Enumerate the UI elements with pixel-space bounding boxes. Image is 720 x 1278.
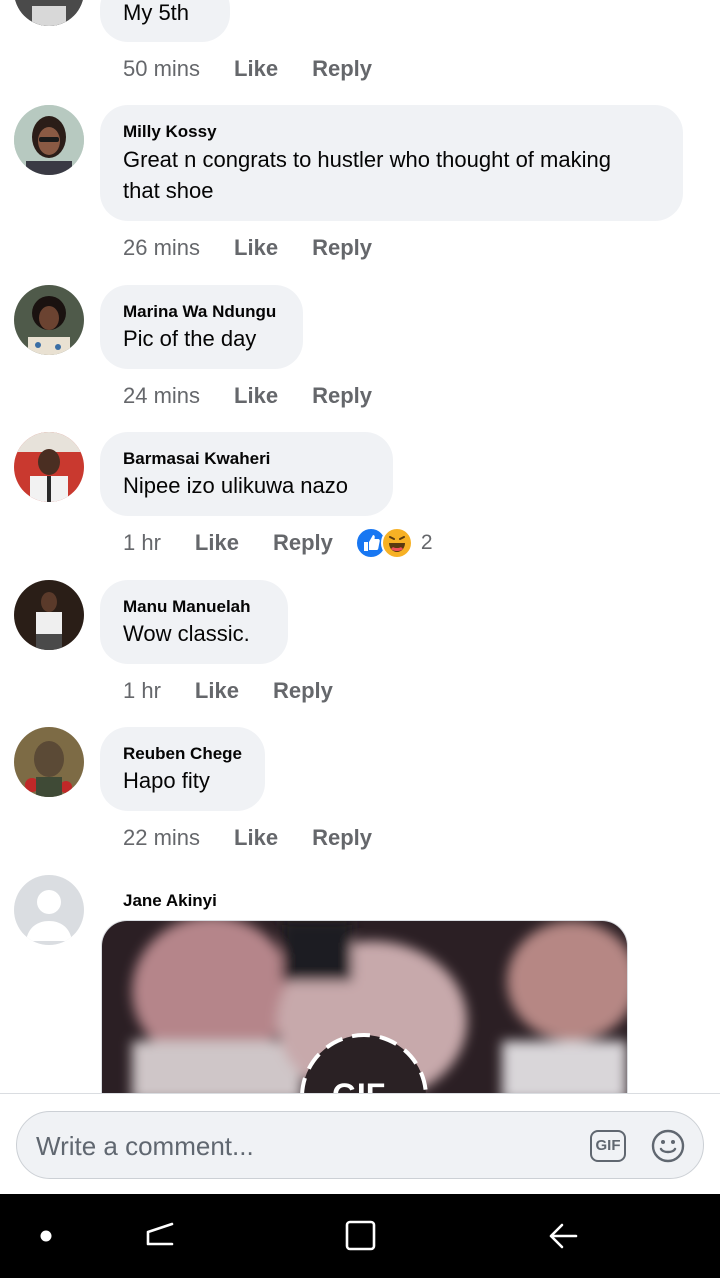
avatar-photo bbox=[14, 285, 84, 355]
comment-bubble: Barmasai Kwaheri Nipee izo ulikuwa nazo bbox=[100, 432, 393, 516]
comment-time[interactable]: 24 mins bbox=[123, 383, 200, 409]
recents-icon[interactable] bbox=[144, 1219, 176, 1253]
reply-button[interactable]: Reply bbox=[273, 678, 333, 704]
comment-text: My 5th bbox=[123, 0, 190, 25]
comment-text: Wow classic. bbox=[123, 621, 250, 646]
back-icon[interactable] bbox=[546, 1219, 580, 1253]
reply-button[interactable]: Reply bbox=[273, 530, 333, 556]
comment-meta: 1 hr Like Reply 2 bbox=[123, 527, 433, 559]
avatar[interactable] bbox=[14, 432, 84, 502]
default-avatar-icon bbox=[14, 875, 84, 945]
comment-author[interactable]: Jane Akinyi bbox=[123, 891, 217, 911]
comment-time[interactable]: 22 mins bbox=[123, 825, 200, 851]
avatar-photo bbox=[14, 727, 84, 797]
like-button[interactable]: Like bbox=[234, 235, 278, 261]
system-nav-bar bbox=[0, 1194, 720, 1278]
gif-image bbox=[102, 921, 627, 1095]
comment-composer: Write a comment... GIF bbox=[0, 1093, 720, 1195]
comment-bubble: Manu Manuelah Wow classic. bbox=[100, 580, 288, 664]
comment-time[interactable]: 26 mins bbox=[123, 235, 200, 261]
comment-author[interactable]: Manu Manuelah bbox=[123, 597, 251, 617]
gif-button-label: GIF bbox=[595, 1137, 621, 1154]
comment-time[interactable]: 1 hr bbox=[123, 530, 161, 556]
comment-time[interactable]: 50 mins bbox=[123, 56, 200, 82]
avatar-photo bbox=[14, 105, 84, 175]
dot-icon bbox=[40, 1230, 52, 1242]
comment-author[interactable]: Milly Kossy bbox=[123, 122, 217, 142]
comment-meta: 50 mins Like Reply bbox=[123, 54, 406, 84]
like-button[interactable]: Like bbox=[234, 56, 278, 82]
like-button[interactable]: Like bbox=[195, 530, 239, 556]
avatar-photo bbox=[14, 580, 84, 650]
haha-reaction-icon bbox=[380, 527, 413, 559]
reply-button[interactable]: Reply bbox=[312, 383, 372, 409]
comment-input-placeholder: Write a comment... bbox=[36, 1131, 254, 1161]
avatar-photo bbox=[14, 0, 84, 26]
comment-text: Pic of the day bbox=[123, 326, 257, 351]
smiley-icon[interactable] bbox=[651, 1129, 685, 1163]
comment-bubble: Milly Kossy Great n congrats to hustler … bbox=[100, 105, 683, 221]
avatar[interactable] bbox=[14, 875, 84, 945]
reply-button[interactable]: Reply bbox=[312, 235, 372, 261]
reaction-count: 2 bbox=[420, 531, 433, 554]
avatar-photo bbox=[14, 432, 84, 502]
comment-bubble: Reuben Chege Hapo fity bbox=[100, 727, 265, 811]
like-button[interactable]: Like bbox=[195, 678, 239, 704]
avatar[interactable] bbox=[14, 0, 84, 26]
like-button[interactable]: Like bbox=[234, 825, 278, 851]
comment-input[interactable]: Write a comment... GIF bbox=[16, 1111, 704, 1179]
comment-meta: 26 mins Like Reply bbox=[123, 233, 406, 263]
comment-author[interactable]: Barmasai Kwaheri bbox=[123, 449, 270, 469]
reply-button[interactable]: Reply bbox=[312, 825, 372, 851]
avatar[interactable] bbox=[14, 727, 84, 797]
comment-bubble: Marina Wa Ndungu Pic of the day bbox=[100, 285, 303, 369]
comment-meta: 22 mins Like Reply bbox=[123, 823, 406, 853]
avatar[interactable] bbox=[14, 105, 84, 175]
home-icon[interactable] bbox=[344, 1219, 378, 1253]
comment-time[interactable]: 1 hr bbox=[123, 678, 161, 704]
avatar[interactable] bbox=[14, 285, 84, 355]
comment-text-line: Great n congrats to hustler who thought … bbox=[123, 147, 611, 172]
gif-button[interactable]: GIF bbox=[590, 1130, 626, 1162]
gif-attachment[interactable]: GIF bbox=[101, 920, 628, 1095]
reply-button[interactable]: Reply bbox=[312, 56, 372, 82]
comment-text: Hapo fity bbox=[123, 768, 210, 793]
comment-bubble: My 5th bbox=[100, 0, 230, 42]
avatar[interactable] bbox=[14, 580, 84, 650]
comment-text: Nipee izo ulikuwa nazo bbox=[123, 473, 349, 498]
comment-author[interactable]: Reuben Chege bbox=[123, 744, 242, 764]
like-button[interactable]: Like bbox=[234, 383, 278, 409]
comment-author[interactable]: Marina Wa Ndungu bbox=[123, 302, 276, 322]
comment-meta: 24 mins Like Reply bbox=[123, 381, 406, 411]
comment-text-line: that shoe bbox=[123, 178, 214, 203]
comment-meta: 1 hr Like Reply bbox=[123, 676, 367, 706]
reactions-summary[interactable]: 2 bbox=[354, 527, 433, 559]
